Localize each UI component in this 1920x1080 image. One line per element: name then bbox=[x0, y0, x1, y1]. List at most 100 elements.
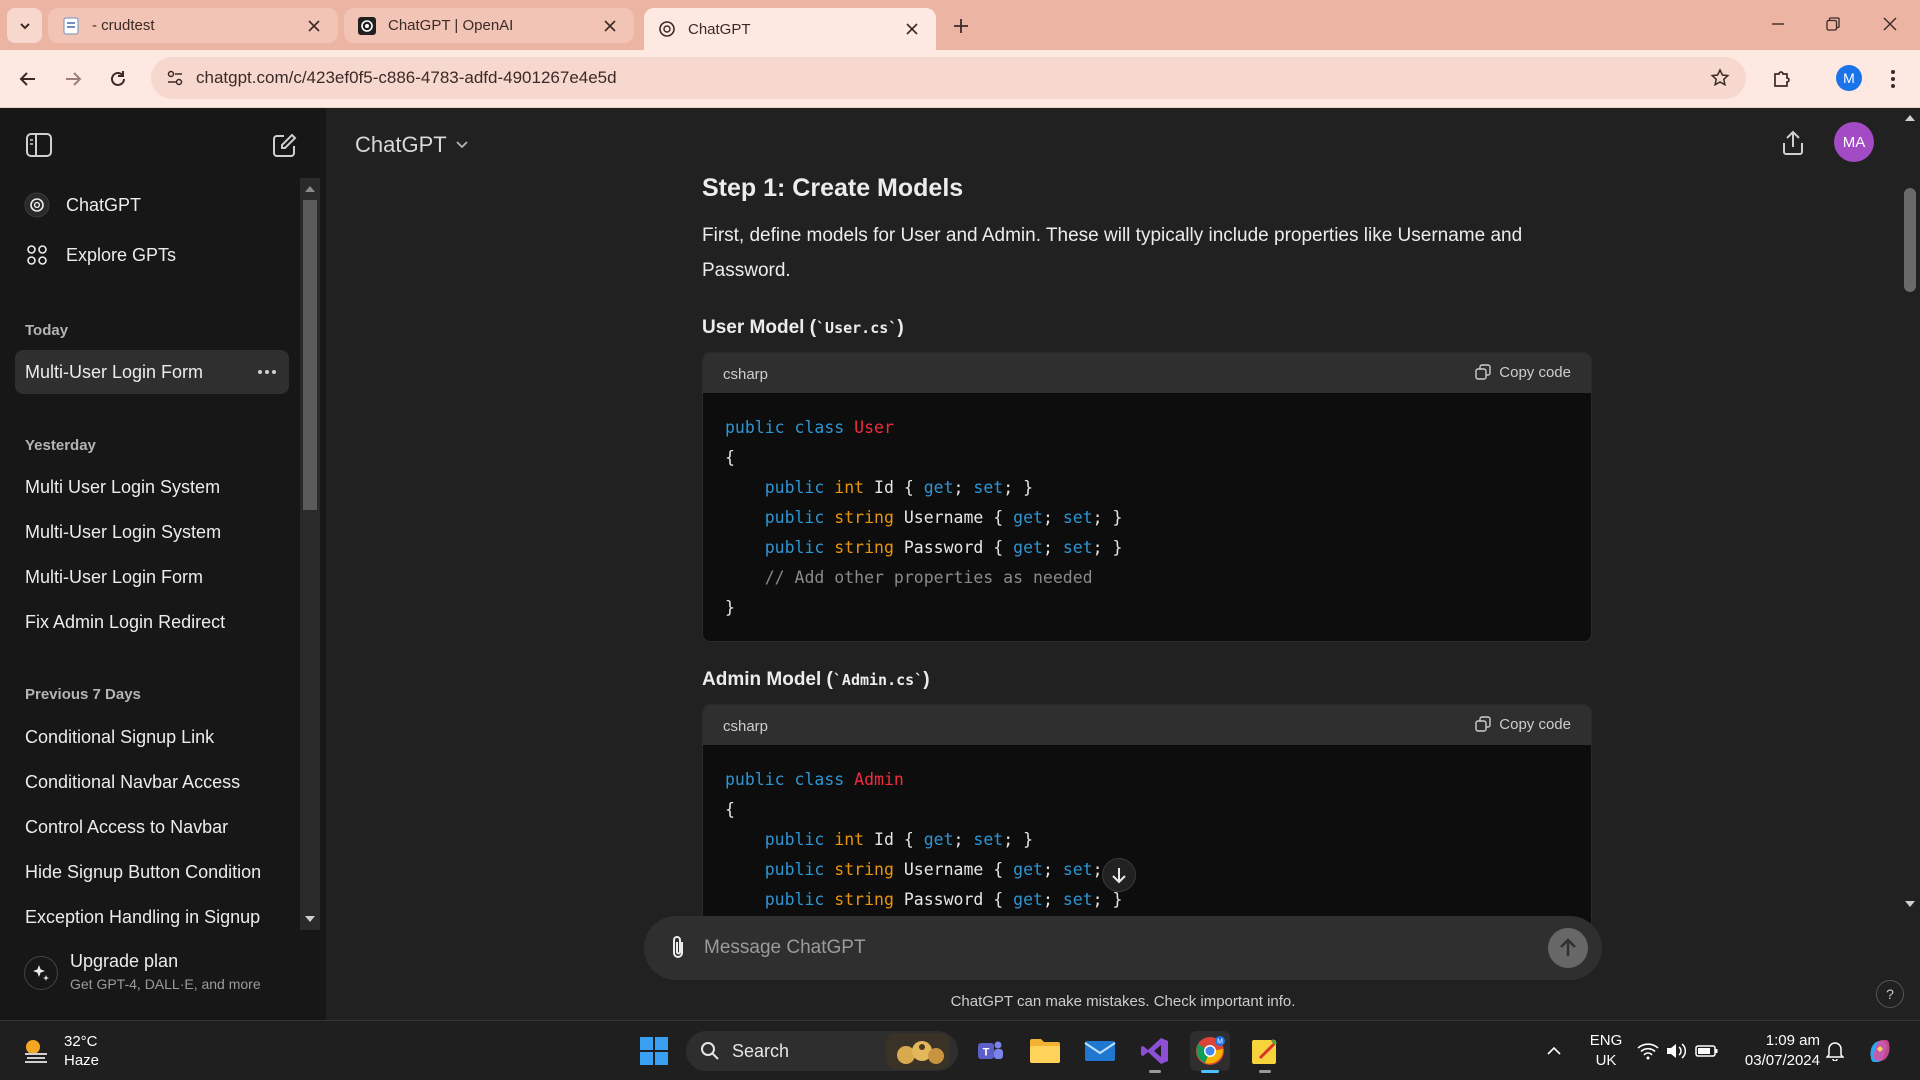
taskbar-app-file-explorer[interactable] bbox=[1025, 1031, 1065, 1071]
sidebar-item-multi-user-login-form[interactable]: Multi-User Login Form bbox=[15, 350, 289, 394]
show-hidden-icons-button[interactable] bbox=[1542, 1039, 1566, 1063]
svg-text:M: M bbox=[1217, 1039, 1223, 1046]
sidebar-item[interactable]: Exception Handling in Signup bbox=[15, 895, 289, 939]
windows-taskbar: 32°C Haze Search T M ENG UK 1:09 am 03/0… bbox=[0, 1020, 1920, 1080]
tab-title: - crudtest bbox=[92, 17, 155, 34]
scroll-up-arrow-icon[interactable] bbox=[1904, 112, 1916, 124]
tab-chatgpt[interactable]: ChatGPT bbox=[644, 8, 936, 50]
inline-code: `User.cs` bbox=[816, 319, 898, 337]
help-button[interactable]: ? bbox=[1876, 980, 1904, 1008]
code-block-admin: csharp Copy code public class Admin { pu… bbox=[702, 704, 1592, 924]
back-button[interactable] bbox=[13, 64, 43, 94]
copilot-icon[interactable] bbox=[1864, 1035, 1896, 1067]
wifi-icon[interactable] bbox=[1636, 1039, 1660, 1063]
puzzle-icon bbox=[1774, 71, 1790, 87]
restore-button[interactable] bbox=[1813, 8, 1853, 40]
paperclip-icon[interactable] bbox=[662, 932, 694, 964]
upgrade-plan-button[interactable]: Upgrade plan Get GPT-4, DALL·E, and more bbox=[14, 946, 304, 1002]
sidebar-item[interactable]: Multi-User Login System bbox=[15, 510, 289, 554]
address-bar[interactable]: chatgpt.com/c/423ef0f5-c886-4783-adfd-49… bbox=[151, 57, 1746, 99]
close-icon[interactable] bbox=[902, 19, 922, 39]
url-text: chatgpt.com/c/423ef0f5-c886-4783-adfd-49… bbox=[196, 68, 617, 87]
scroll-down-arrow-icon[interactable] bbox=[1904, 898, 1916, 910]
close-icon[interactable] bbox=[600, 16, 620, 36]
minimize-button[interactable] bbox=[1758, 8, 1798, 40]
sidebar-item-label: Exception Handling in Signup bbox=[25, 906, 261, 927]
share-button[interactable] bbox=[1776, 126, 1810, 160]
section-title-yesterday: Yesterday bbox=[25, 437, 96, 454]
section-title-previous-7-days: Previous 7 Days bbox=[25, 686, 141, 703]
tab-crudtest[interactable]: - crudtest bbox=[48, 8, 338, 43]
sidebar-item[interactable]: Multi-User Login Form bbox=[15, 555, 289, 599]
reload-icon bbox=[111, 71, 125, 86]
system-clock[interactable]: 1:09 am 03/07/2024 bbox=[1734, 1031, 1820, 1071]
input-language[interactable]: ENG UK bbox=[1586, 1031, 1626, 1071]
running-indicator bbox=[1149, 1070, 1161, 1073]
sidebar-scrollbar[interactable] bbox=[300, 178, 320, 930]
taskbar-app-visual-studio[interactable] bbox=[1135, 1031, 1175, 1073]
sidebar-item[interactable]: Fix Admin Login Redirect bbox=[15, 600, 289, 644]
start-button[interactable] bbox=[634, 1031, 674, 1071]
bookmark-star-icon[interactable] bbox=[1708, 66, 1732, 90]
sidebar-toggle-icon bbox=[26, 133, 52, 157]
model-name: ChatGPT bbox=[355, 132, 447, 157]
send-button[interactable] bbox=[1548, 928, 1588, 968]
main-scrollbar-thumb[interactable] bbox=[1904, 188, 1916, 292]
visual-studio-icon bbox=[1141, 1038, 1168, 1064]
copy-code-button[interactable]: Copy code bbox=[1475, 363, 1571, 381]
search-label: Search bbox=[732, 1041, 790, 1061]
mail-icon bbox=[1084, 1041, 1116, 1061]
copy-icon bbox=[1475, 363, 1493, 381]
copy-code-button[interactable]: Copy code bbox=[1475, 715, 1571, 733]
sidebar-link-chatgpt[interactable]: ChatGPT bbox=[14, 185, 290, 225]
scroll-to-bottom-button[interactable] bbox=[1102, 858, 1136, 892]
volume-icon[interactable] bbox=[1664, 1039, 1688, 1063]
new-tab-button[interactable] bbox=[947, 12, 975, 40]
user-avatar[interactable]: MA bbox=[1834, 122, 1874, 162]
sidebar-item[interactable]: Control Access to Navbar bbox=[15, 805, 289, 849]
taskbar-app-chrome[interactable]: M bbox=[1190, 1031, 1230, 1073]
close-icon bbox=[1883, 17, 1897, 31]
model-selector[interactable]: ChatGPT bbox=[355, 132, 473, 158]
site-settings-icon[interactable] bbox=[163, 66, 187, 90]
arrow-up-icon bbox=[1560, 938, 1576, 956]
code-block-user: csharp Copy code public class User { pub… bbox=[702, 352, 1592, 642]
weather-haze-icon bbox=[20, 1035, 52, 1067]
more-options-icon[interactable] bbox=[255, 360, 279, 384]
sidebar-link-explore-gpts[interactable]: Explore GPTs bbox=[14, 235, 290, 275]
scroll-up-arrow-icon[interactable] bbox=[303, 182, 317, 196]
sidebar-item[interactable]: Multi User Login System bbox=[15, 465, 289, 509]
main-scrollbar[interactable] bbox=[1900, 108, 1920, 916]
copy-code-label: Copy code bbox=[1499, 715, 1571, 733]
section-title-today: Today bbox=[25, 322, 69, 339]
plus-icon bbox=[954, 19, 968, 33]
extensions-button[interactable] bbox=[1767, 64, 1797, 94]
browser-menu-button[interactable] bbox=[1878, 64, 1908, 94]
battery-icon[interactable] bbox=[1695, 1039, 1719, 1063]
weather-widget[interactable]: 32°C Haze bbox=[20, 1031, 140, 1071]
taskbar-app-teams[interactable]: T bbox=[970, 1031, 1010, 1071]
close-window-button[interactable] bbox=[1870, 8, 1910, 40]
notification-bell-icon[interactable] bbox=[1823, 1039, 1847, 1063]
new-chat-button[interactable] bbox=[268, 128, 302, 162]
tab-chatgpt-openai[interactable]: ChatGPT | OpenAI bbox=[344, 8, 634, 43]
openai-icon bbox=[24, 192, 50, 218]
sparkle-icon bbox=[24, 956, 58, 990]
new-chat-icon bbox=[273, 133, 297, 157]
taskbar-app-sticky-notes[interactable] bbox=[1245, 1031, 1285, 1073]
sidebar-link-label: Explore GPTs bbox=[66, 244, 177, 265]
reload-button[interactable] bbox=[103, 64, 133, 94]
profile-avatar[interactable]: M bbox=[1836, 65, 1862, 91]
taskbar-search[interactable]: Search bbox=[686, 1031, 958, 1071]
sidebar-scrollbar-thumb[interactable] bbox=[303, 200, 317, 510]
close-icon[interactable] bbox=[304, 16, 324, 36]
message-input[interactable] bbox=[704, 934, 1504, 962]
forward-button[interactable] bbox=[58, 64, 88, 94]
toggle-sidebar-button[interactable] bbox=[22, 128, 56, 162]
taskbar-app-mail[interactable] bbox=[1080, 1031, 1120, 1071]
sidebar-item[interactable]: Conditional Navbar Access bbox=[15, 760, 289, 804]
tab-search-button[interactable] bbox=[7, 8, 42, 43]
sidebar-item[interactable]: Hide Signup Button Condition bbox=[15, 850, 289, 894]
scroll-down-arrow-icon[interactable] bbox=[303, 912, 317, 926]
sidebar-item[interactable]: Conditional Signup Link bbox=[15, 715, 289, 759]
